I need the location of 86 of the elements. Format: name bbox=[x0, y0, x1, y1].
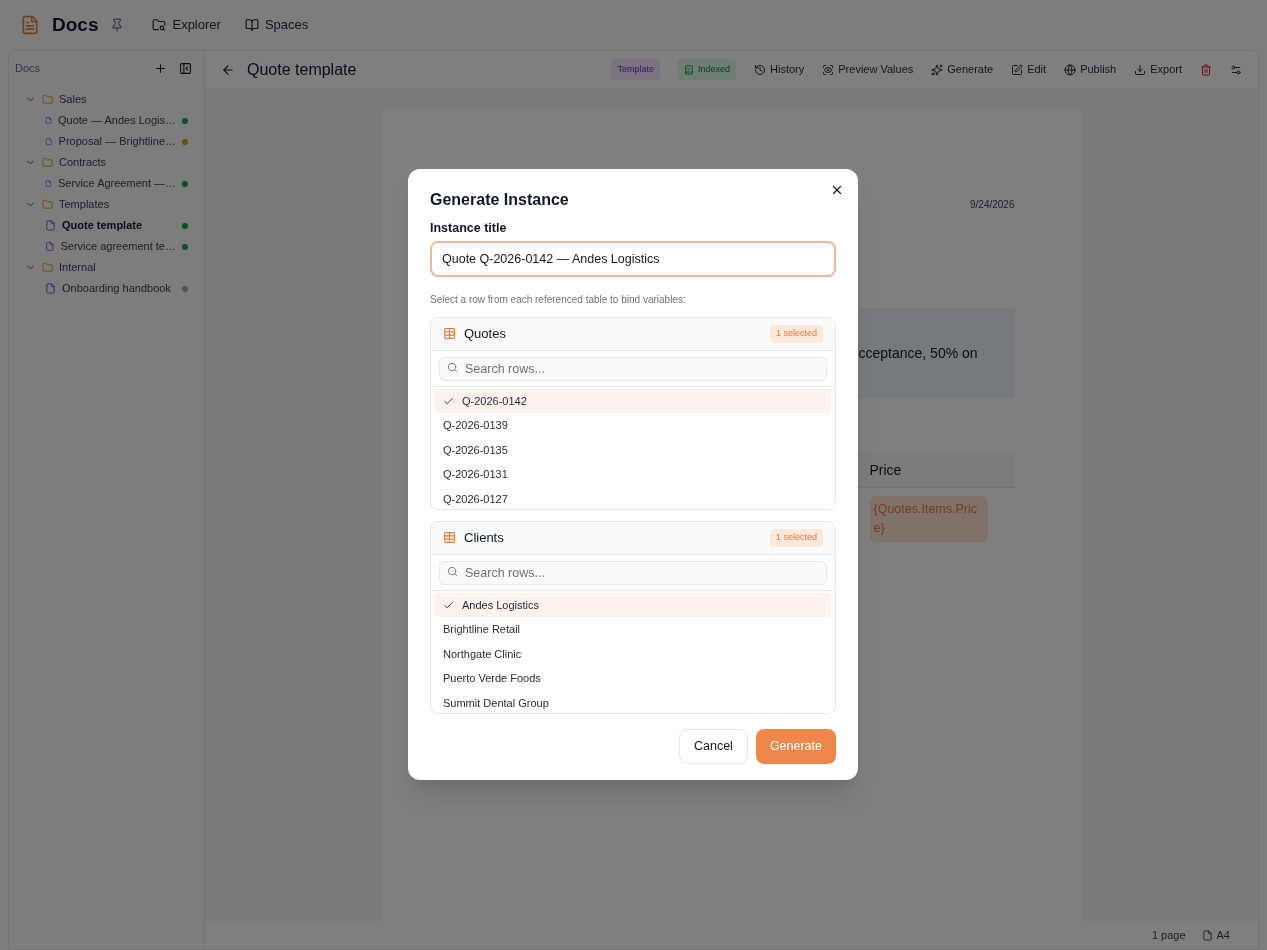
row-option[interactable]: Andes Logistics bbox=[435, 592, 831, 618]
collapse-panel-icon[interactable] bbox=[179, 61, 192, 75]
pen-square-icon bbox=[1011, 63, 1024, 76]
toolbar-button[interactable]: Export bbox=[1134, 61, 1182, 78]
page-count: 1 page bbox=[1151, 927, 1186, 943]
table-icon bbox=[443, 327, 456, 341]
cancel-button[interactable]: Cancel bbox=[678, 728, 748, 764]
template-badge: Template bbox=[611, 58, 660, 81]
sparkles-icon bbox=[931, 63, 944, 76]
document-date: 9/24/2026 bbox=[970, 198, 1015, 212]
row-option[interactable]: Q-2026-0139 bbox=[435, 413, 831, 438]
document-item[interactable]: Quote — Andes Logis… bbox=[25, 110, 188, 131]
document-icon bbox=[20, 15, 40, 35]
trash-icon[interactable] bbox=[1200, 63, 1212, 76]
table-header-cell: Price bbox=[857, 454, 1015, 488]
generate-button[interactable]: Generate bbox=[755, 728, 836, 764]
toolbar-button[interactable]: Preview Values bbox=[822, 61, 914, 78]
back-arrow-icon[interactable] bbox=[221, 62, 235, 77]
row-option[interactable]: Q-2026-0142 bbox=[435, 388, 831, 414]
row-option[interactable]: Q-2026-0127 bbox=[435, 486, 831, 509]
folder-icon bbox=[42, 262, 53, 273]
toolbar-button[interactable]: History bbox=[754, 61, 805, 78]
check-icon bbox=[443, 395, 454, 407]
folder-item[interactable]: Templates bbox=[25, 194, 188, 215]
table-name: Clients bbox=[464, 529, 504, 547]
row-option[interactable]: Puerto Verde Foods bbox=[435, 666, 831, 691]
toolbar-button[interactable]: Generate bbox=[931, 61, 994, 78]
table-name: Quotes bbox=[464, 325, 506, 343]
nav-link[interactable]: Explorer bbox=[152, 15, 221, 35]
settings-icon[interactable] bbox=[1230, 63, 1242, 76]
close-button[interactable] bbox=[830, 183, 844, 197]
nav-link[interactable]: Spaces bbox=[244, 15, 309, 35]
pin-icon[interactable] bbox=[110, 18, 125, 32]
file-icon bbox=[45, 241, 55, 252]
folder-icon bbox=[42, 157, 53, 168]
document-item[interactable]: Onboarding handbook bbox=[25, 278, 188, 299]
title-input[interactable]: Quote Q-2026-0142 — Andes Logistics bbox=[430, 240, 836, 277]
check-icon bbox=[443, 599, 454, 611]
download-icon bbox=[1134, 63, 1147, 76]
file-icon bbox=[45, 283, 56, 294]
page-size: A4 bbox=[1201, 926, 1230, 944]
file-icon bbox=[45, 115, 52, 126]
app-title: Docs bbox=[52, 12, 99, 37]
sidebar-title: Docs bbox=[15, 60, 41, 76]
selection-count-badge: 1 selected bbox=[769, 325, 823, 343]
indexed-badge: Indexed bbox=[678, 58, 737, 81]
book-icon bbox=[244, 18, 259, 32]
selection-count-badge: 1 selected bbox=[769, 529, 823, 547]
close-icon bbox=[830, 183, 844, 197]
folder-item[interactable]: Contracts bbox=[25, 152, 188, 173]
row-option[interactable]: Northgate Clinic bbox=[435, 641, 831, 667]
row-option[interactable]: Q-2026-0131 bbox=[435, 462, 831, 487]
row-option[interactable]: Q-2026-0135 bbox=[435, 437, 831, 463]
search-icon bbox=[447, 362, 458, 374]
file-icon bbox=[45, 220, 56, 231]
toolbar-button[interactable]: Publish bbox=[1064, 61, 1117, 78]
history-icon bbox=[754, 63, 767, 76]
document-item[interactable]: Quote template bbox=[25, 215, 188, 236]
row-option[interactable]: Summit Dental Group bbox=[435, 690, 831, 713]
folder-item[interactable]: Sales bbox=[25, 89, 188, 110]
folder-search-icon bbox=[152, 18, 167, 32]
search-field[interactable]: Search rows... bbox=[439, 560, 827, 585]
document-title: Quote template bbox=[247, 59, 357, 80]
book-check-icon bbox=[684, 64, 694, 75]
folder-icon bbox=[42, 199, 53, 210]
row-option[interactable]: Brightline Retail bbox=[435, 617, 831, 642]
dialog-title: Generate Instance bbox=[430, 190, 570, 210]
file-icon bbox=[45, 178, 52, 189]
hint-text: Select a row from each referenced table to bind variables: bbox=[430, 292, 687, 307]
folder-item[interactable]: Internal bbox=[25, 257, 188, 278]
search-field[interactable]: Search rows... bbox=[439, 356, 827, 381]
document-item[interactable]: Service Agreement —… bbox=[25, 173, 188, 194]
globe-icon bbox=[1064, 63, 1077, 76]
variable-chip: {Quotes.Items.Price} bbox=[869, 496, 988, 542]
document-item[interactable]: Service agreement te… bbox=[25, 236, 188, 257]
folder-icon bbox=[42, 94, 53, 105]
add-icon[interactable] bbox=[154, 61, 167, 75]
callout-text: cceptance, 50% on bbox=[858, 343, 978, 363]
field-label: Instance title bbox=[430, 220, 508, 237]
toolbar-button[interactable]: Edit bbox=[1011, 61, 1047, 78]
search-icon bbox=[447, 566, 458, 578]
scan-eye-icon bbox=[822, 63, 835, 76]
table-icon bbox=[443, 531, 456, 545]
document-item[interactable]: Proposal — Brightline… bbox=[25, 131, 188, 152]
file-icon bbox=[45, 136, 53, 147]
file-icon bbox=[1201, 929, 1213, 941]
